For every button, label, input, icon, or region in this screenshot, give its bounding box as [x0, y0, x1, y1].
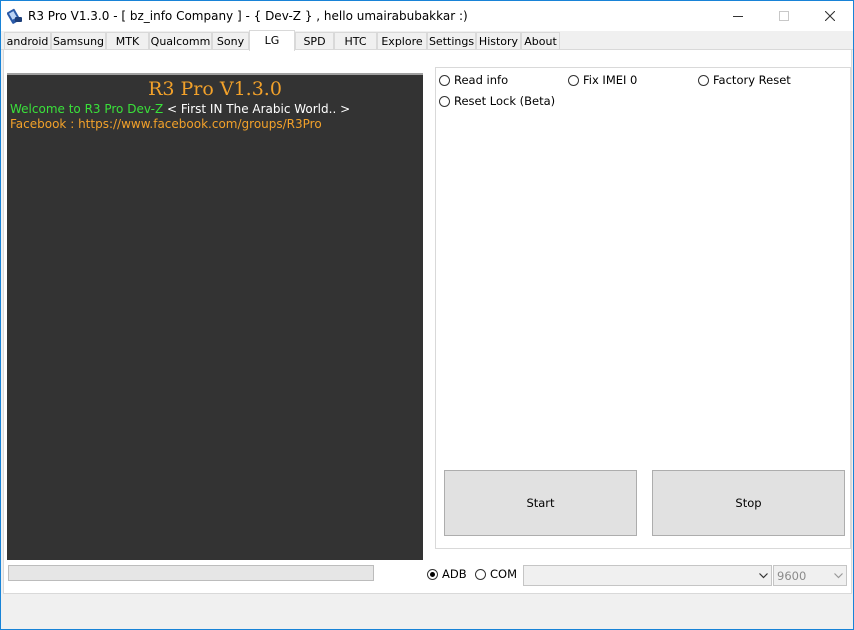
console-facebook-label: Facebook : [10, 117, 79, 131]
console-tagline: < First IN The Arabic World.. > [163, 102, 351, 116]
option-factory-reset[interactable]: Factory Reset [698, 73, 791, 87]
radio-icon[interactable] [439, 95, 450, 107]
option-label: Reset Lock (Beta) [454, 94, 556, 108]
progress-bar [8, 565, 374, 581]
option-label: Fix IMEI 0 [583, 73, 638, 87]
console-welcome-line: Welcome to R3 Pro Dev-Z < First IN The A… [10, 102, 350, 116]
tab-htc[interactable]: HTC [334, 32, 377, 49]
operations-panel: Read info Fix IMEI 0 Factory Reset Reset… [435, 67, 851, 549]
tab-explore[interactable]: Explore [377, 32, 427, 49]
chevron-down-icon[interactable] [830, 572, 846, 579]
log-console[interactable]: R3 Pro V1.3.0 Welcome to R3 Pro Dev-Z < … [7, 73, 423, 560]
baud-value: 9600 [777, 568, 807, 583]
com-label: COM [490, 567, 518, 581]
tab-sony[interactable]: Sony [212, 32, 249, 49]
radio-adb[interactable]: ADB [427, 567, 467, 581]
radio-com[interactable]: COM [475, 567, 517, 581]
maximize-button[interactable] [761, 1, 807, 31]
app-window: R3 Pro V1.3.0 - [ bz_info Company ] - { … [0, 0, 854, 630]
stop-button[interactable]: Stop [652, 470, 845, 536]
port-select[interactable] [523, 565, 772, 586]
radio-icon[interactable] [439, 74, 450, 86]
tab-history[interactable]: History [476, 32, 521, 49]
option-fix-imei[interactable]: Fix IMEI 0 [568, 73, 637, 87]
tab-samsung[interactable]: Samsung [51, 32, 106, 49]
chevron-down-icon[interactable] [755, 572, 771, 579]
tab-lg[interactable]: LG [249, 30, 295, 51]
option-reset-lock[interactable]: Reset Lock (Beta) [439, 94, 555, 108]
start-button[interactable]: Start [444, 470, 637, 536]
console-welcome: Welcome to R3 Pro Dev-Z [10, 102, 164, 116]
baud-select[interactable]: 9600 [773, 565, 847, 586]
adb-label: ADB [442, 567, 467, 581]
radio-icon[interactable] [427, 568, 438, 580]
tab-about[interactable]: About [521, 32, 560, 49]
tab-android[interactable]: android [4, 32, 51, 49]
tab-qualcomm[interactable]: Qualcomm [149, 32, 212, 49]
tab-mtk[interactable]: MTK [106, 32, 149, 49]
app-icon [7, 8, 22, 24]
console-title: R3 Pro V1.3.0 [148, 78, 282, 100]
option-label: Factory Reset [713, 73, 791, 87]
radio-icon[interactable] [698, 74, 709, 86]
console-facebook-line: Facebook : https://www.facebook.com/grou… [10, 117, 322, 131]
console-facebook-url: https://www.facebook.com/groups/R3Pro [78, 117, 322, 131]
close-button[interactable] [807, 1, 853, 31]
tab-spd[interactable]: SPD [295, 32, 334, 49]
option-read-info[interactable]: Read info [439, 73, 508, 87]
minimize-icon [733, 16, 743, 17]
maximize-icon [779, 11, 789, 21]
radio-icon[interactable] [568, 74, 579, 86]
window-title: R3 Pro V1.3.0 - [ bz_info Company ] - { … [28, 9, 468, 23]
title-bar[interactable]: R3 Pro V1.3.0 - [ bz_info Company ] - { … [1, 1, 853, 31]
minimize-button[interactable] [715, 1, 761, 31]
close-icon [825, 11, 835, 21]
radio-icon[interactable] [475, 568, 486, 580]
option-label: Read info [454, 73, 509, 87]
tab-settings[interactable]: Settings [427, 32, 476, 49]
